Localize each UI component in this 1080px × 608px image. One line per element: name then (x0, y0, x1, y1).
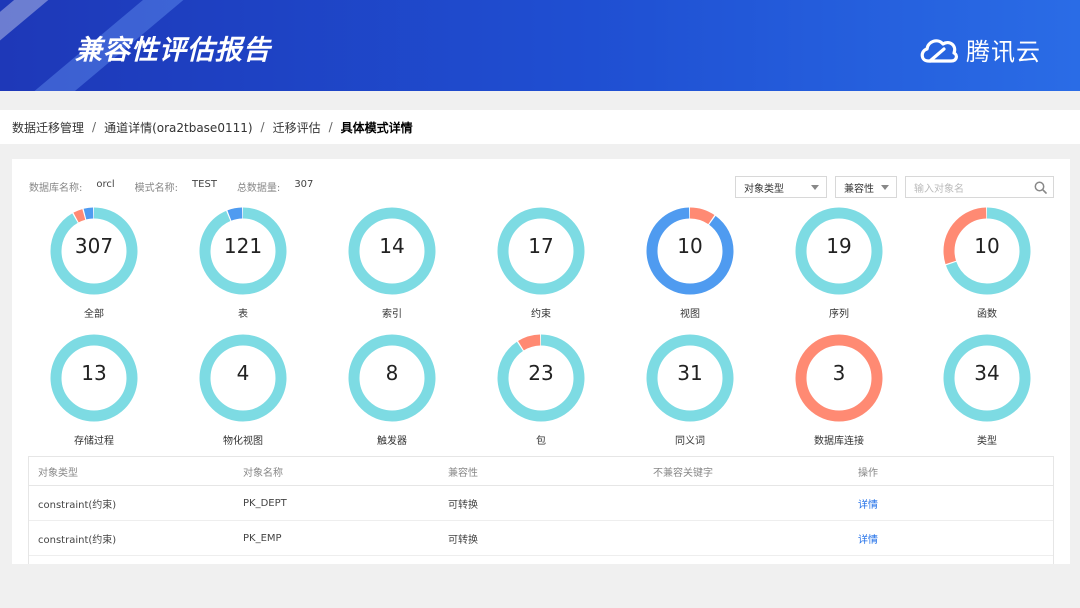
column-header-compatibility: 兼容性 (448, 467, 478, 479)
donut-count: 4 (236, 361, 250, 385)
breadcrumb: 数据迁移管理 / 通道详情(ora2tbase0111) / 迁移评估 / 具体… (0, 110, 1080, 144)
donut-count: 17 (528, 234, 554, 258)
donut-count: 31 (677, 361, 703, 385)
details-link[interactable]: 详情 (858, 535, 878, 546)
breadcrumb-separator: / (92, 120, 97, 134)
category-donut[interactable]: 34 类型 (932, 334, 1042, 459)
donut-count: 23 (528, 361, 554, 385)
category-donut[interactable]: 17 约束 (486, 207, 596, 332)
report-header: 兼容性评估报告 腾讯云 (0, 0, 1080, 91)
breadcrumb-current: 具体模式详情 (340, 120, 413, 135)
category-donut[interactable]: 10 视图 (635, 207, 745, 332)
category-donut[interactable]: 14 索引 (337, 207, 447, 332)
cell-object-type: constraint(约束) (38, 499, 117, 511)
donut-count: 307 (74, 234, 114, 258)
details-link[interactable]: 详情 (858, 500, 878, 511)
donut-label: 物化视图 (223, 436, 263, 447)
donut-label: 包 (536, 436, 546, 447)
donut-count: 19 (826, 234, 852, 258)
donut-label: 函数 (977, 309, 997, 320)
breadcrumb-separator: / (328, 120, 333, 134)
category-donut[interactable]: 4 物化视图 (188, 334, 298, 459)
donut-label: 视图 (680, 309, 700, 320)
donut-count: 13 (81, 361, 107, 385)
breadcrumb-item-migration[interactable]: 数据迁移管理 (12, 119, 84, 136)
donut-count: 3 (832, 361, 846, 385)
brand-name: 腾讯云 (966, 38, 1041, 66)
donut-label: 索引 (382, 309, 402, 320)
category-donut[interactable]: 23 包 (486, 334, 596, 459)
column-header-object-name: 对象名称 (243, 467, 283, 479)
category-donut[interactable]: 19 序列 (784, 207, 894, 332)
table-header-row: 对象类型 对象名称 兼容性 不兼容关键字 操作 (29, 457, 1053, 486)
cloud-logo-icon (920, 38, 958, 63)
category-donut[interactable]: 8 触发器 (337, 334, 447, 459)
category-donut[interactable]: 307 全部 (39, 207, 149, 332)
report-title: 兼容性评估报告 (75, 35, 271, 66)
category-donut[interactable]: 31 同义词 (635, 334, 745, 459)
column-header-object-type: 对象类型 (38, 467, 78, 479)
schema-detail-card: 数据库名称: orcl 模式名称: TEST 总数据量: 307 对象类型 兼容… (12, 159, 1070, 564)
cell-compatibility: 可转换 (448, 499, 478, 511)
category-donut[interactable]: 3 数据库连接 (784, 334, 894, 459)
object-table: 对象类型 对象名称 兼容性 不兼容关键字 操作 constraint(约束) P… (28, 456, 1054, 564)
donut-count: 10 (677, 234, 703, 258)
donut-label: 触发器 (377, 436, 407, 447)
brand-logo: 腾讯云 (918, 32, 1041, 67)
donut-label: 全部 (84, 309, 104, 320)
cell-object-type: constraint(约束) (38, 534, 117, 546)
category-donut-grid: 307 全部 121 表 14 索引 17 约束 10 视图 19 序列 10 函数 13 存储过程 4 物化视图… (12, 159, 1070, 449)
donut-label: 序列 (829, 309, 849, 320)
breadcrumb-separator: / (260, 120, 265, 134)
breadcrumb-item-assessment[interactable]: 迁移评估 (273, 119, 321, 136)
donut-count: 8 (385, 361, 399, 385)
column-header-incompatible-keyword: 不兼容关键字 (653, 467, 713, 479)
donut-label: 约束 (531, 309, 551, 320)
donut-label: 同义词 (675, 436, 705, 447)
cell-object-name: PK_EMP (243, 532, 282, 544)
donut-label: 表 (238, 309, 248, 320)
donut-label: 存储过程 (74, 436, 114, 447)
donut-count: 10 (974, 234, 1000, 258)
category-donut[interactable]: 13 存储过程 (39, 334, 149, 459)
donut-count: 14 (379, 234, 405, 258)
category-donut[interactable]: 10 函数 (932, 207, 1042, 332)
donut-count: 34 (974, 361, 1000, 385)
breadcrumb-item-channel[interactable]: 通道详情(ora2tbase0111) (104, 119, 252, 136)
donut-count: 121 (223, 234, 263, 258)
donut-label: 数据库连接 (814, 436, 864, 447)
cell-object-name: PK_DEPT (243, 497, 287, 509)
table-row: constraint(约束) PK_DEPT 可转换 详情 (29, 486, 1053, 521)
table-row: constraint(约束) PK_EMP 可转换 详情 (29, 521, 1053, 556)
category-donut[interactable]: 121 表 (188, 207, 298, 332)
donut-label: 类型 (977, 436, 997, 447)
column-header-action: 操作 (858, 467, 878, 479)
cell-compatibility: 可转换 (448, 534, 478, 546)
